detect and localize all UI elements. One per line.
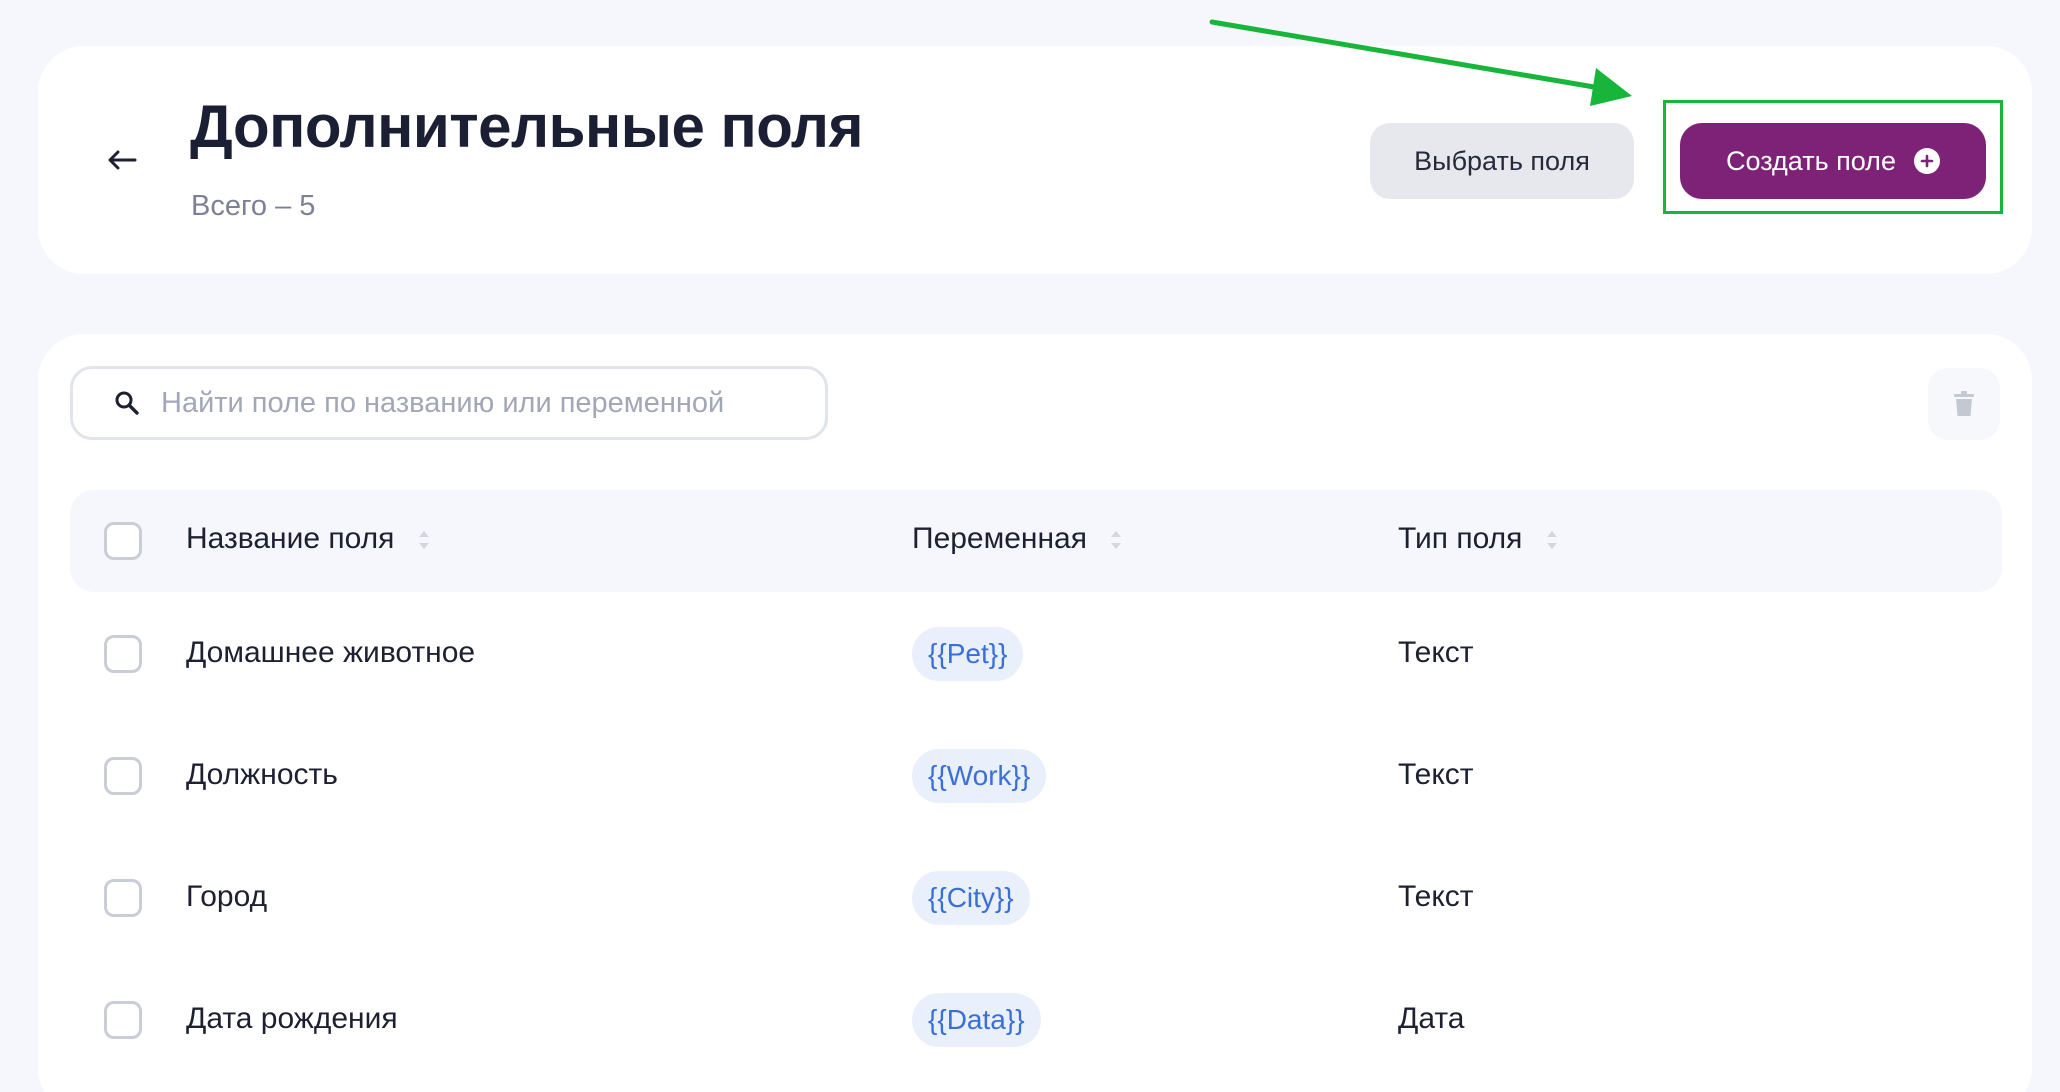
plus-circle-icon — [1913, 148, 1940, 174]
select-fields-button[interactable]: Выбрать поля — [1370, 123, 1634, 199]
create-field-label: Создать поле — [1726, 145, 1896, 176]
field-type: Дата — [1398, 1002, 1465, 1035]
select-fields-label: Выбрать поля — [1414, 145, 1590, 176]
table-row: Домашнее животное {{Pet}} Текст — [70, 604, 2002, 704]
sort-icon[interactable] — [1545, 527, 1559, 553]
column-header-variable[interactable]: Переменная — [912, 522, 1123, 556]
column-header-type[interactable]: Тип поля — [1398, 522, 1559, 556]
row-checkbox[interactable] — [104, 879, 142, 917]
row-checkbox[interactable] — [104, 1001, 142, 1039]
field-name: Должность — [186, 758, 338, 791]
table-header: Название поля Переменная Тип поля — [70, 490, 2002, 592]
variable-chip: {{Work}} — [912, 749, 1047, 803]
variable-chip: {{Pet}} — [912, 627, 1024, 681]
back-button[interactable] — [98, 140, 146, 180]
column-header-variable-label: Переменная — [912, 522, 1087, 555]
search-box — [70, 366, 828, 440]
field-name: Город — [186, 880, 268, 913]
column-header-type-label: Тип поля — [1398, 522, 1523, 555]
sort-icon[interactable] — [417, 527, 431, 553]
create-field-button[interactable]: Создать поле — [1680, 123, 1986, 199]
field-type: Текст — [1398, 636, 1474, 669]
row-checkbox[interactable] — [104, 757, 142, 795]
total-count: Всего – 5 — [191, 190, 316, 222]
field-name: Домашнее животное — [186, 636, 476, 669]
search-input[interactable] — [161, 386, 801, 420]
delete-button[interactable] — [1928, 368, 2000, 440]
variable-chip: {{Data}} — [912, 993, 1041, 1047]
trash-icon — [1954, 391, 1974, 416]
page: Дополнительные поля Всего – 5 Выбрать по… — [0, 0, 2060, 1092]
select-all-checkbox[interactable] — [104, 522, 142, 560]
table-row: Дата рождения {{Data}} Дата — [70, 970, 2002, 1070]
field-name: Дата рождения — [186, 1002, 398, 1035]
page-title: Дополнительные поля — [190, 93, 864, 160]
arrow-left-icon — [108, 150, 137, 170]
field-type: Текст — [1398, 880, 1474, 913]
field-type: Текст — [1398, 758, 1474, 791]
column-header-name[interactable]: Название поля — [186, 522, 431, 556]
column-header-name-label: Название поля — [186, 522, 395, 555]
row-checkbox[interactable] — [104, 635, 142, 673]
search-icon — [113, 389, 141, 417]
table-row: Город {{City}} Текст — [70, 848, 2002, 948]
table-row: Должность {{Work}} Текст — [70, 726, 2002, 826]
variable-chip: {{City}} — [912, 871, 1030, 925]
sort-icon[interactable] — [1109, 527, 1123, 553]
